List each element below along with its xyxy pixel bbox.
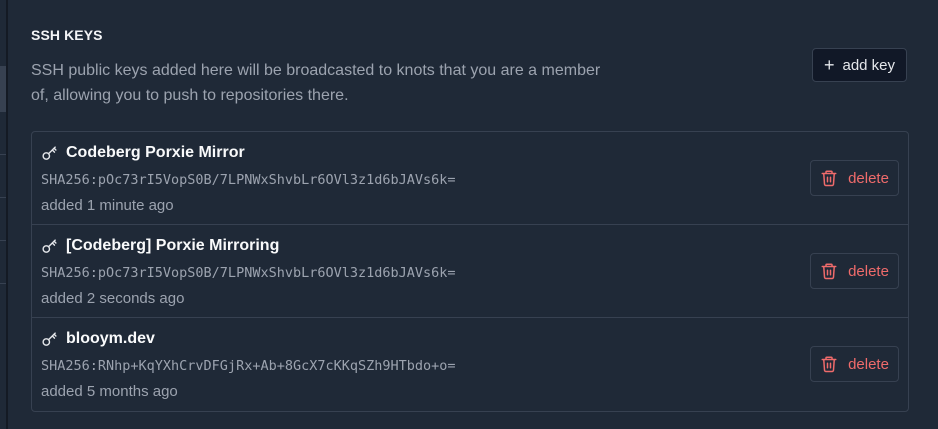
key-name: blooym.dev	[66, 330, 155, 347]
section-title: SSH KEYS	[31, 27, 103, 43]
key-title: Codeberg Porxie Mirror	[41, 144, 245, 162]
add-key-label: add key	[842, 56, 896, 74]
section-description: SSH public keys added here will be broad…	[31, 62, 601, 104]
key-name: Codeberg Porxie Mirror	[66, 144, 245, 161]
key-title: blooym.dev	[41, 330, 155, 348]
sidebar-divider	[0, 283, 6, 284]
delete-key-button[interactable]: delete	[810, 253, 899, 289]
sidebar-divider	[0, 154, 6, 155]
delete-label: delete	[848, 355, 889, 373]
trash-icon	[821, 263, 837, 280]
key-fingerprint: SHA256:pOc73rI5VopS0B/7LPNWxShvbLr6OVl3z…	[41, 265, 456, 281]
trash-icon	[821, 170, 837, 187]
key-added-time: added 5 months ago	[41, 383, 178, 400]
delete-label: delete	[848, 262, 889, 280]
key-added-time: added 2 seconds ago	[41, 290, 185, 307]
delete-label: delete	[848, 169, 889, 187]
delete-key-button[interactable]: delete	[810, 160, 899, 196]
settings-sidebar-edge	[0, 0, 6, 429]
sidebar-item-active[interactable]	[0, 66, 6, 112]
key-title: [Codeberg] Porxie Mirroring	[41, 237, 279, 255]
key-icon	[42, 331, 57, 346]
key-icon	[42, 145, 57, 160]
key-icon	[42, 238, 57, 253]
delete-key-button[interactable]: delete	[810, 346, 899, 382]
ssh-key-list: Codeberg Porxie Mirror SHA256:pOc73rI5Vo…	[31, 131, 909, 412]
ssh-keys-panel: SSH KEYS SSH public keys added here will…	[8, 0, 938, 429]
add-key-button[interactable]: + add key	[812, 48, 907, 82]
plus-icon: +	[823, 55, 835, 75]
key-added-time: added 1 minute ago	[41, 197, 174, 214]
key-fingerprint: SHA256:RNhp+KqYXhCrvDFGjRx+Ab+8GcX7cKKqS…	[41, 358, 456, 374]
sidebar-divider	[0, 197, 6, 198]
trash-icon	[821, 356, 837, 373]
list-item: blooym.dev SHA256:RNhp+KqYXhCrvDFGjRx+Ab…	[32, 318, 908, 411]
list-item: [Codeberg] Porxie Mirroring SHA256:pOc73…	[32, 225, 908, 318]
sidebar-divider	[0, 240, 6, 241]
list-item: Codeberg Porxie Mirror SHA256:pOc73rI5Vo…	[32, 132, 908, 225]
key-fingerprint: SHA256:pOc73rI5VopS0B/7LPNWxShvbLr6OVl3z…	[41, 172, 456, 188]
key-name: [Codeberg] Porxie Mirroring	[66, 237, 280, 254]
